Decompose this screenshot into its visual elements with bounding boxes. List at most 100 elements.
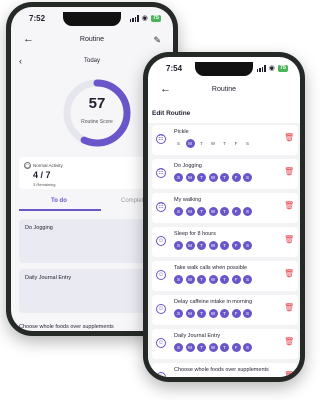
day-toggle[interactable]: T (220, 309, 229, 318)
routine-title: Delay caffeine intake in morning (174, 299, 253, 305)
day-toggle[interactable]: F (231, 309, 241, 318)
routine-list: ☷ Pickle S M T W T F S 🗑 ☷ Do Jogging S M T W T F S 🗑 ☷ My wa… (148, 123, 300, 377)
day-toggle[interactable]: T (197, 173, 206, 182)
signal-icon (256, 64, 266, 72)
day-toggle[interactable]: S (243, 309, 252, 318)
day-toggle[interactable]: S (243, 139, 252, 148)
day-toggle[interactable]: S (174, 207, 183, 216)
day-toggle[interactable]: S (174, 343, 183, 352)
battery-icon: 75 (150, 14, 161, 22)
score-label: Routine Score (81, 119, 113, 125)
routine-icon: ☷ (156, 168, 166, 178)
wifi-icon: ◉ (141, 15, 148, 22)
trash-icon[interactable]: 🗑 (284, 371, 294, 377)
day-toggle[interactable]: W (208, 241, 218, 250)
day-toggle[interactable]: S (243, 207, 252, 216)
day-toggle[interactable]: S (243, 173, 252, 182)
day-toggle[interactable]: M (185, 173, 195, 182)
routine-title: Do Jogging (174, 163, 202, 169)
day-toggle[interactable]: F (231, 173, 241, 182)
wifi-icon: ◉ (268, 65, 275, 72)
day-toggle[interactable]: F (231, 207, 241, 216)
routine-card[interactable]: ☺ Delay caffeine intake in morning S M T W T F S… (152, 295, 298, 325)
task-title: Daily Journal Entry (25, 275, 72, 281)
day-toggle[interactable]: M (185, 309, 195, 318)
routine-card[interactable]: ☺ Daily Journal Entry S M T W T F S 🗑 (152, 329, 298, 359)
routine-title: Take walk calls when possible (174, 265, 248, 271)
pencil-icon[interactable]: ✎ (153, 35, 161, 46)
tab-todo[interactable]: To do (51, 198, 67, 204)
trash-icon[interactable]: 🗑 (284, 303, 294, 312)
day-toggle[interactable]: T (197, 343, 206, 352)
weekday-selector: SMTWTFS (174, 207, 252, 216)
routine-icon: ☺ (156, 270, 166, 280)
day-toggle[interactable]: W (208, 275, 218, 284)
day-toggle[interactable]: S (243, 275, 252, 284)
day-toggle[interactable]: F (231, 343, 241, 352)
day-toggle[interactable]: W (208, 207, 218, 216)
day-toggle[interactable]: M (185, 241, 195, 250)
trash-icon[interactable]: 🗑 (284, 201, 294, 210)
routine-card[interactable]: ☺Choose whole foods over supplementsSMTW… (152, 363, 298, 377)
routine-card[interactable]: ☺ Sleep for 8 hours S M T W T F S 🗑 (152, 227, 298, 257)
activity-icon: ◯ (24, 162, 31, 169)
day-toggle[interactable]: T (220, 139, 229, 148)
routine-title: Choose whole foods over supplements (174, 367, 269, 373)
activity-total: 7 (45, 170, 51, 180)
day-toggle[interactable]: F (231, 241, 241, 250)
day-toggle[interactable]: T (197, 207, 206, 216)
day-toggle[interactable]: W (208, 173, 218, 182)
signal-icon (129, 14, 139, 22)
day-toggle[interactable]: S (174, 275, 183, 284)
trash-icon[interactable]: 🗑 (284, 133, 294, 142)
day-toggle[interactable]: S (174, 309, 183, 318)
activity-done: 4 (33, 170, 39, 180)
day-toggle[interactable]: T (197, 241, 206, 250)
section-title: Edit Routine (152, 110, 191, 117)
routine-card[interactable]: ☺ Take walk calls when possible S M T W T F S 🗑 (152, 261, 298, 291)
front-screen: 7:54 ◉ 75 ← Routine Edit Routine ☷ Pickle… (148, 57, 300, 377)
day-toggle[interactable]: T (197, 275, 206, 284)
day-toggle[interactable]: M (185, 139, 195, 148)
day-toggle[interactable]: S (243, 241, 252, 250)
status-time: 7:52 (29, 14, 46, 23)
day-toggle[interactable]: S (174, 241, 183, 250)
day-toggle[interactable]: T (220, 275, 229, 284)
day-toggle[interactable]: F (231, 275, 241, 284)
trash-icon[interactable]: 🗑 (284, 235, 294, 244)
day-toggle[interactable]: M (185, 275, 195, 284)
trash-icon[interactable]: 🗑 (284, 167, 294, 176)
nav-bar: ← Routine (148, 81, 300, 101)
routine-icon: ☷ (156, 202, 166, 212)
day-toggle[interactable]: S (243, 343, 252, 352)
day-toggle[interactable]: F (232, 139, 241, 148)
day-toggle[interactable]: T (220, 207, 229, 216)
day-toggle[interactable]: W (208, 309, 218, 318)
routine-card[interactable]: ☷ Do Jogging S M T W T F S 🗑 (152, 159, 298, 189)
task-title: Do Jogging (25, 225, 53, 231)
active-tab-indicator (19, 209, 101, 211)
routine-card[interactable]: ☷ Pickle S M T W T F S 🗑 (152, 125, 298, 155)
day-toggle[interactable]: S (174, 173, 183, 182)
trash-icon[interactable]: 🗑 (284, 337, 294, 346)
page-title: Routine (79, 36, 105, 43)
day-toggle[interactable]: T (220, 343, 229, 352)
activity-count: 4 / 7 (33, 170, 51, 180)
routine-card[interactable]: ☷ My walking S M T W T F S 🗑 (152, 193, 298, 223)
day-toggle[interactable]: M (185, 343, 195, 352)
day-toggle[interactable]: T (220, 241, 229, 250)
task-title: Choose whole foods over supplements (19, 324, 114, 330)
system-icons: ◉ 75 (256, 64, 288, 72)
day-toggle[interactable]: W (209, 139, 218, 148)
day-toggle[interactable]: T (197, 139, 206, 148)
day-toggle[interactable]: T (220, 173, 229, 182)
status-time: 7:54 (166, 64, 183, 73)
routine-icon: ☺ (156, 236, 166, 246)
activity-remaining: 3 Remaining (33, 182, 56, 187)
day-toggle[interactable]: S (174, 139, 183, 148)
day-toggle[interactable]: T (197, 309, 206, 318)
page-title: Routine (211, 86, 237, 93)
trash-icon[interactable]: 🗑 (284, 269, 294, 278)
day-toggle[interactable]: W (208, 343, 218, 352)
day-toggle[interactable]: M (185, 207, 195, 216)
